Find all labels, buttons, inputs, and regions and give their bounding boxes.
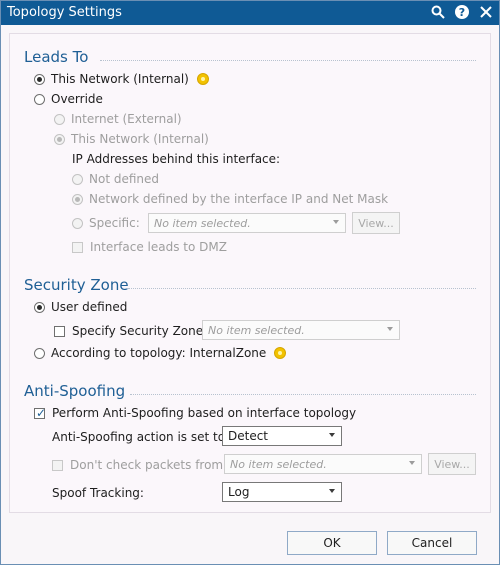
specific-select-text: No item selected. [154,217,251,230]
chevron-down-icon [409,461,415,465]
title-bar: Topology Settings ? [1,1,499,25]
anti-spoofing-heading: Anti-Spoofing [24,382,126,400]
anti-spoofing-divider [130,394,476,395]
title-bar-icons: ? [429,3,495,21]
radio-not-defined[interactable] [72,173,83,185]
action-label-row: Anti-Spoofing action is set to [52,430,225,444]
user-defined-label: User defined [51,300,128,314]
chevron-down-icon [333,220,339,224]
perform-anti-spoofing-label: Perform Anti-Spoofing based on interface… [52,406,357,420]
dont-check-select-text: No item selected. [230,458,327,471]
leads-to-divider [100,60,476,61]
spoof-tracking-select[interactable]: Log [222,482,342,502]
dont-check-checkbox[interactable] [52,459,63,471]
specify-zone-row[interactable]: Specify Security Zone: [54,324,207,338]
settings-panel: Leads To This Network (Internal) Overrid… [9,33,491,513]
override-label: Override [51,92,103,106]
this-network-label: This Network (Internal) [51,72,189,86]
specify-zone-checkbox[interactable] [54,325,65,337]
radio-this-network[interactable] [34,73,45,85]
perform-anti-spoofing-checkbox[interactable] [34,406,46,420]
not-defined-label: Not defined [89,172,160,186]
radio-network-defined[interactable] [72,193,83,205]
ok-button[interactable]: OK [287,531,377,555]
dmz-checkbox-row[interactable]: Interface leads to DMZ [72,240,227,254]
radio-internal-network[interactable] [54,133,65,145]
anti-spoofing-action-value: Detect [228,429,269,443]
dmz-checkbox[interactable] [72,241,83,253]
lightbulb-icon [196,73,209,85]
specific-select[interactable]: No item selected. [148,213,346,233]
network-defined-radio[interactable]: Network defined by the interface IP and … [72,192,388,206]
override-radio[interactable]: Override [34,92,103,106]
search-icon[interactable] [429,3,447,21]
dont-check-row[interactable]: Don't check packets from: [52,458,227,472]
spoof-tracking-label: Spoof Tracking: [52,486,144,500]
internal-network-radio[interactable]: This Network (Internal) [54,132,209,146]
radio-according-topology[interactable] [34,347,45,359]
internet-external-radio[interactable]: Internet (External) [54,112,182,126]
leads-to-heading: Leads To [24,48,89,66]
user-defined-radio[interactable]: User defined [34,300,127,314]
radio-specific[interactable] [72,217,83,229]
dont-check-view-button[interactable]: View... [428,453,476,475]
chevron-down-icon [329,433,335,437]
security-zone-select-text: No item selected. [208,324,305,337]
window-title: Topology Settings [7,5,122,20]
spoof-tracking-row: Spoof Tracking: [52,486,144,500]
anti-spoofing-action-select[interactable]: Detect [222,426,342,446]
cancel-button[interactable]: Cancel [387,531,477,555]
svg-text:?: ? [459,6,465,19]
radio-user-defined[interactable] [34,301,45,313]
help-icon[interactable]: ? [453,3,471,21]
according-topology-label: According to topology: InternalZone [51,346,267,360]
according-topology-radio[interactable]: According to topology: InternalZone [34,346,287,360]
not-defined-radio[interactable]: Not defined [72,172,159,186]
specific-radio[interactable]: Specific: [72,216,140,230]
perform-anti-spoofing-row[interactable]: Perform Anti-Spoofing based on interface… [34,406,356,420]
spoof-tracking-value: Log [228,485,250,499]
topology-settings-window: Topology Settings ? Leads To This Networ… [0,0,500,565]
security-zone-select[interactable]: No item selected. [202,320,400,340]
ip-behind-label-row: IP Addresses behind this interface: [72,152,280,166]
ip-behind-label: IP Addresses behind this interface: [72,152,281,166]
security-zone-heading: Security Zone [24,276,129,294]
network-defined-label: Network defined by the interface IP and … [89,192,389,206]
internal-network-label: This Network (Internal) [71,132,209,146]
security-zone-divider [128,288,476,289]
this-network-radio[interactable]: This Network (Internal) [34,72,209,86]
chevron-down-icon [387,327,393,331]
specific-view-button[interactable]: View... [352,212,400,234]
dmz-label: Interface leads to DMZ [90,240,227,254]
lightbulb-icon [274,347,287,359]
chevron-down-icon [329,489,335,493]
dont-check-select[interactable]: No item selected. [224,454,422,474]
anti-spoofing-action-label: Anti-Spoofing action is set to [52,430,226,444]
radio-internet-external[interactable] [54,113,65,125]
specific-label: Specific: [89,216,140,230]
internet-external-label: Internet (External) [71,112,182,126]
radio-override[interactable] [34,93,45,105]
close-icon[interactable] [477,3,495,21]
specify-zone-label: Specify Security Zone: [72,324,208,338]
dont-check-label: Don't check packets from: [70,458,228,472]
